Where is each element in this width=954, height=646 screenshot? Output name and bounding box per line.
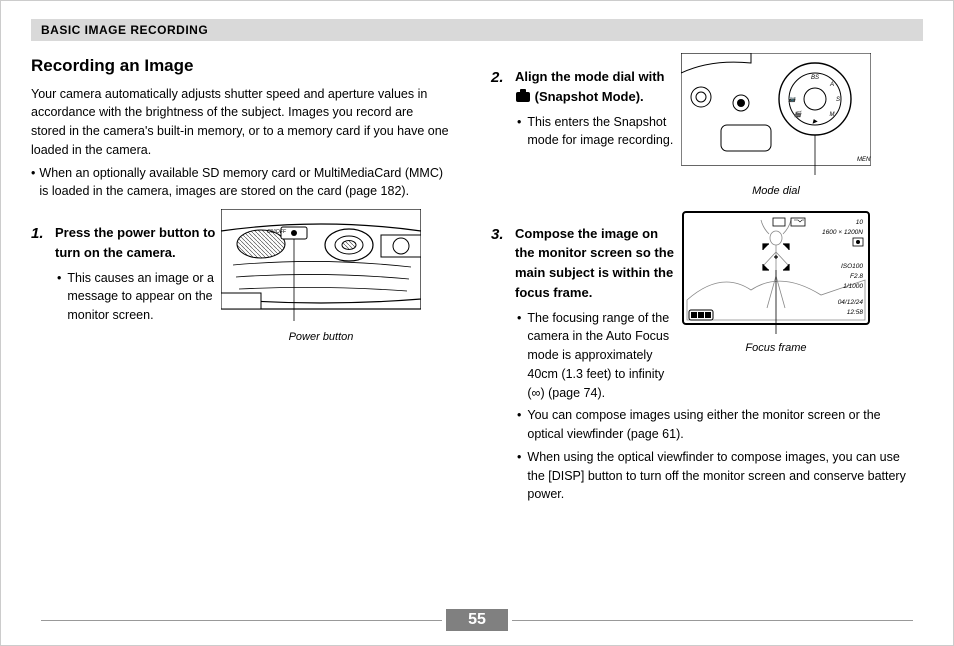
figure-3-caption: Focus frame <box>681 340 871 357</box>
step-1-number: 1. <box>31 223 49 263</box>
bullet-dot: • <box>517 309 521 403</box>
step-3-title: Compose the image on the monitor screen … <box>515 226 674 300</box>
step-3-sub3-text: When using the optical viewfinder to com… <box>527 448 911 504</box>
step-1-sub: • This causes an image or a message to a… <box>57 269 221 325</box>
camera-top-illustration: ON/OFF <box>221 209 421 327</box>
monitor-screen-illustration: 10 1600 × 1200N ISO100 F2.8 1/1000 04/12… <box>681 210 871 338</box>
svg-text:1600 × 1200N: 1600 × 1200N <box>822 229 863 236</box>
content-columns: Recording an Image Your camera automatic… <box>31 53 923 504</box>
svg-text:S: S <box>836 97 840 103</box>
step-2-title-a: Align the mode dial with <box>515 69 665 84</box>
figure-2-caption: Mode dial <box>681 183 871 200</box>
step-2-row: 2. Align the mode dial with (Snapshot Mo… <box>491 53 911 200</box>
figure-1-caption: Power button <box>221 329 421 346</box>
svg-text:1/1000: 1/1000 <box>843 283 863 290</box>
bullet-dot: • <box>517 448 521 504</box>
bullet-dot: • <box>517 406 521 444</box>
figure-power-button: ON/OFF Power button <box>221 209 421 346</box>
svg-text:ON/OFF: ON/OFF <box>267 229 287 235</box>
bullet-dot: • <box>57 269 61 325</box>
footer-line-left <box>41 620 442 621</box>
step-2-sub: • This enters the Snapshot mode for imag… <box>517 113 681 151</box>
figure-focus-frame: 10 1600 × 1200N ISO100 F2.8 1/1000 04/12… <box>681 210 871 357</box>
svg-text:A: A <box>829 82 834 88</box>
mode-dial-illustration: BS A S M ▶ 🎬 📷 MENU <box>681 53 871 181</box>
left-column: Recording an Image Your camera automatic… <box>31 53 451 504</box>
svg-text:M: M <box>830 112 835 118</box>
section-header: BASIC IMAGE RECORDING <box>31 19 923 41</box>
footer-line-right <box>512 620 913 621</box>
intro-bullet-text: When an optionally available SD memory c… <box>39 164 451 202</box>
svg-text:MENU: MENU <box>857 157 871 163</box>
step-1: 1. Press the power button to turn on the… <box>31 223 221 263</box>
svg-text:04/12/24: 04/12/24 <box>838 299 864 306</box>
step-2-title-b: (Snapshot Mode). <box>531 89 644 104</box>
step-1-sub-text: This causes an image or a message to app… <box>67 269 221 325</box>
step-3: 3. Compose the image on the monitor scre… <box>491 224 681 303</box>
step-2-number: 2. <box>491 67 509 107</box>
svg-text:F2.8: F2.8 <box>850 273 863 280</box>
bullet-dot: • <box>31 164 35 202</box>
page-title: Recording an Image <box>31 53 451 79</box>
step-3-sub1: • The focusing range of the camera in th… <box>517 309 681 403</box>
figure-mode-dial: BS A S M ▶ 🎬 📷 MENU <box>681 53 871 200</box>
step-2-sub-text: This enters the Snapshot mode for image … <box>527 113 681 151</box>
step-3-sub1-text: The focusing range of the camera in the … <box>527 309 681 403</box>
page-number: 55 <box>446 609 508 631</box>
step-3-row: 3. Compose the image on the monitor scre… <box>491 210 911 403</box>
step-3-sub3: • When using the optical viewfinder to c… <box>517 448 911 504</box>
step-3-number: 3. <box>491 224 509 303</box>
step-3-sub2: • You can compose images using either th… <box>517 406 911 444</box>
manual-page: BASIC IMAGE RECORDING Recording an Image… <box>0 0 954 646</box>
camera-icon <box>516 92 530 102</box>
svg-text:BS: BS <box>811 75 819 81</box>
step-3-sub2-text: You can compose images using either the … <box>527 406 911 444</box>
step-1-row: 1. Press the power button to turn on the… <box>31 209 451 346</box>
right-column: 2. Align the mode dial with (Snapshot Mo… <box>491 53 911 504</box>
intro-paragraph: Your camera automatically adjusts shutte… <box>31 85 451 160</box>
svg-text:10: 10 <box>856 219 864 226</box>
bullet-dot: • <box>517 113 521 151</box>
page-footer: 55 <box>1 609 953 631</box>
svg-text:▶: ▶ <box>812 119 818 125</box>
intro-bullet: • When an optionally available SD memory… <box>31 164 451 202</box>
step-2: 2. Align the mode dial with (Snapshot Mo… <box>491 67 681 107</box>
svg-text:12:58: 12:58 <box>847 309 864 316</box>
step-1-title: Press the power button to turn on the ca… <box>55 225 215 260</box>
svg-text:ISO100: ISO100 <box>841 263 863 270</box>
